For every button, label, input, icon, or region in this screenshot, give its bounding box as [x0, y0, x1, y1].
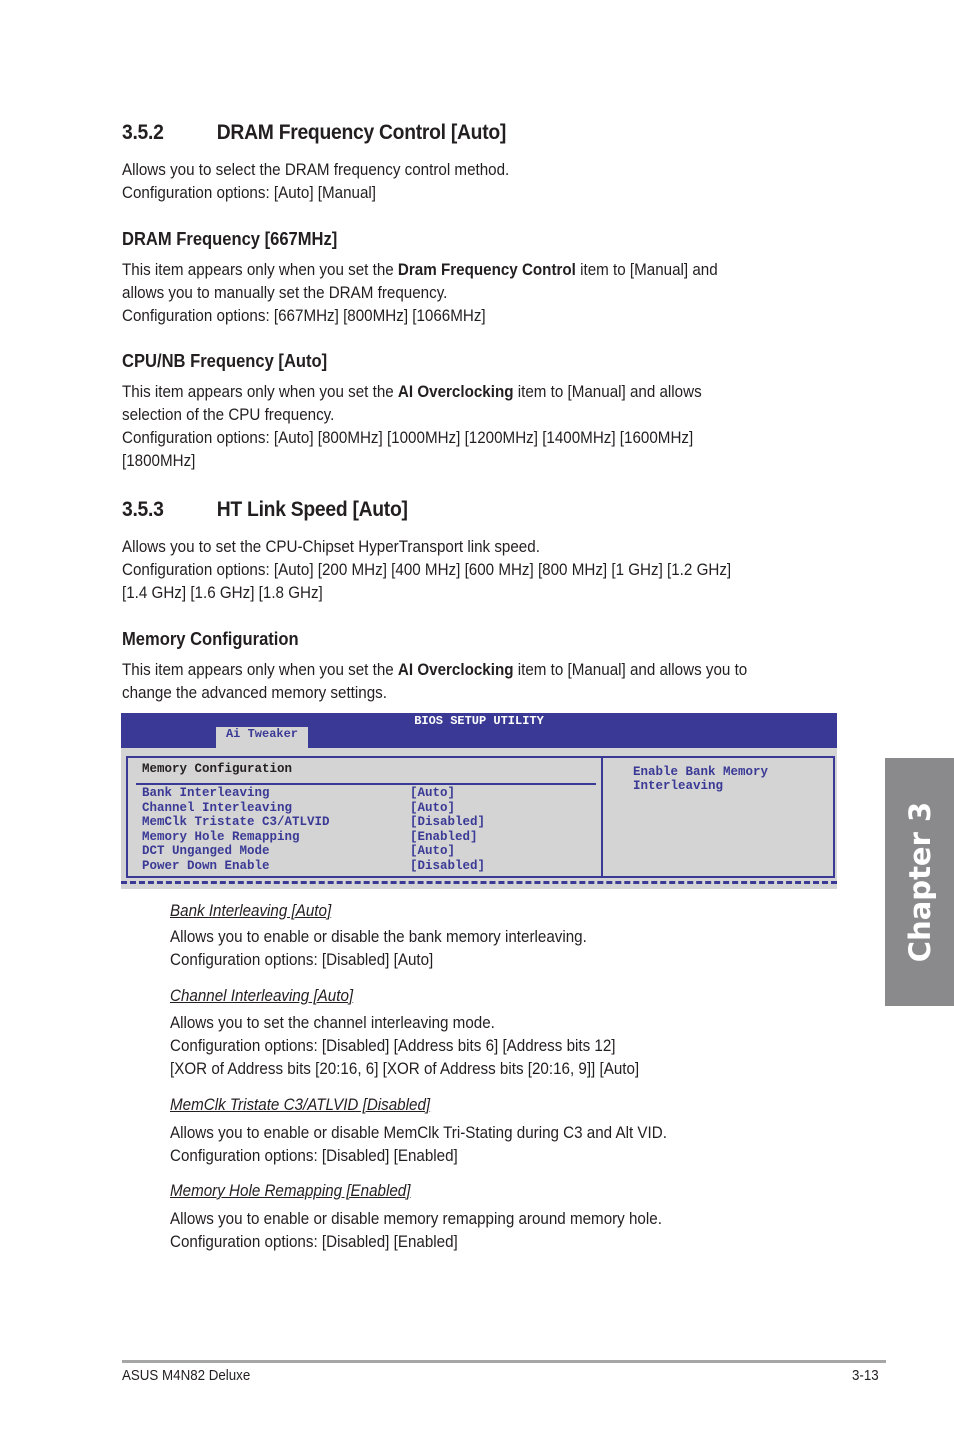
bios-divider [136, 783, 596, 785]
bios-item-memory-hole-remapping[interactable]: Memory Hole Remapping [Enabled] [142, 829, 478, 844]
bios-item-label: Memory Hole Remapping [142, 829, 300, 844]
bios-item-value[interactable]: [Auto] [410, 786, 455, 800]
paragraph: This item appears only when you set the … [122, 381, 702, 404]
bios-item-bank-interleaving[interactable]: Bank Interleaving [Auto] [142, 786, 455, 800]
paragraph: Configuration options: [Auto] [Manual] [122, 184, 377, 202]
chapter-tab: Chapter 3 [885, 758, 954, 1006]
bios-item-label: MemClk Tristate C3/ATLVID [142, 815, 330, 829]
subheading-memory-configuration: Memory Configuration [122, 629, 299, 649]
paragraph: Allows you to enable or disable MemClk T… [170, 1124, 667, 1142]
paragraph: [XOR of Address bits [20:16, 6] [XOR of … [170, 1060, 640, 1078]
bios-title: BIOS SETUP UTILITY [414, 714, 544, 728]
bios-help-text: Enable Bank Memory Interleaving [633, 765, 768, 793]
bios-help-panel: Enable Bank Memory Interleaving [601, 756, 835, 878]
subheading-dram-frequency: DRAM Frequency [667MHz] [122, 229, 338, 249]
chapter-tab-label: Chapter 3 [902, 801, 937, 963]
text: item to [Manual] and allows [513, 383, 702, 401]
text: item to [Manual] and [575, 261, 718, 279]
bios-item-label: Bank Interleaving [142, 786, 270, 800]
help-line: Enable Bank Memory [633, 765, 769, 779]
paragraph: Configuration options: [Auto] [200 MHz] … [122, 561, 732, 579]
bios-item-label: DCT Unganged Mode [142, 844, 270, 858]
section-number: 3.5.2 [122, 121, 164, 144]
bios-header-bar: BIOS SETUP UTILITY Ai Tweaker [121, 713, 837, 748]
bios-item-value[interactable]: [Auto] [410, 801, 455, 815]
bios-item-memclk-tristate[interactable]: MemClk Tristate C3/ATLVID [Disabled] [142, 815, 485, 829]
section-heading-3-5-2: 3.5.2 DRAM Frequency Control [Auto] [122, 121, 506, 145]
bios-panel-title: Memory Configuration [142, 762, 293, 776]
footer-product-name: ASUS M4N82 Deluxe [122, 1368, 251, 1384]
bios-dashed-cut-line [121, 881, 837, 884]
paragraph: [1.4 GHz] [1.6 GHz] [1.8 GHz] [122, 584, 323, 602]
bold-term: Dram Frequency Control [397, 261, 576, 279]
paragraph: Configuration options: [Auto] [800MHz] [… [122, 429, 694, 447]
paragraph: Allows you to set the CPU-Chipset HyperT… [122, 538, 540, 556]
bios-item-value[interactable]: [Enabled] [410, 830, 478, 844]
bios-item-value[interactable]: [Disabled] [410, 815, 485, 829]
subitem-title: MemClk Tristate C3/ATLVID [Disabled] [170, 1096, 431, 1114]
bold-term: AI Overclocking [397, 661, 514, 679]
paragraph: Configuration options: [Disabled] [Addre… [170, 1037, 616, 1055]
paragraph: This item appears only when you set the … [122, 659, 747, 682]
paragraph: [1800MHz] [122, 452, 196, 470]
section-title: DRAM Frequency Control [Auto] [216, 121, 507, 144]
bios-screenshot: BIOS SETUP UTILITY Ai Tweaker Memory Con… [121, 713, 837, 889]
help-line: Interleaving [633, 779, 724, 793]
bios-item-dct-unganged-mode[interactable]: DCT Unganged Mode [Auto] [142, 844, 455, 858]
subitem-title: Memory Hole Remapping [Enabled] [170, 1182, 411, 1200]
text: This item appears only when you set the [122, 383, 398, 401]
footer-page-number: 3-13 [852, 1368, 879, 1384]
subitem-title: Channel Interleaving [Auto] [170, 987, 354, 1005]
paragraph: Configuration options: [Disabled] [Auto] [170, 951, 434, 969]
paragraph: Allows you to select the DRAM frequency … [122, 161, 510, 179]
subitem-title: Bank Interleaving [Auto] [170, 902, 332, 920]
bios-item-label: Channel Interleaving [142, 800, 293, 815]
paragraph: allows you to manually set the DRAM freq… [122, 284, 448, 302]
section-heading-3-5-3: 3.5.3 HT Link Speed [Auto] [122, 498, 408, 522]
bios-item-value[interactable]: [Auto] [410, 844, 455, 858]
section-number: 3.5.3 [122, 498, 164, 521]
paragraph: Allows you to enable or disable the bank… [170, 928, 587, 946]
section-title: HT Link Speed [Auto] [216, 498, 408, 521]
bios-item-channel-interleaving[interactable]: Channel Interleaving [Auto] [142, 800, 455, 815]
bios-item-value[interactable]: [Disabled] [410, 859, 485, 873]
text: This item appears only when you set the [122, 261, 398, 279]
bios-item-label: Power Down Enable [142, 858, 270, 873]
bold-term: AI Overclocking [397, 383, 514, 401]
text: This item appears only when you set the [122, 661, 398, 679]
paragraph: Configuration options: [667MHz] [800MHz]… [122, 307, 486, 325]
bios-item-power-down-enable[interactable]: Power Down Enable [Disabled] [142, 858, 485, 873]
bios-tab-ai-tweaker[interactable]: Ai Tweaker [216, 727, 308, 748]
paragraph: Allows you to enable or disable memory r… [170, 1210, 662, 1228]
paragraph: This item appears only when you set the … [122, 259, 718, 282]
subheading-cpunb-frequency: CPU/NB Frequency [Auto] [122, 351, 328, 371]
footer-rule [122, 1360, 886, 1363]
paragraph: Configuration options: [Disabled] [Enabl… [170, 1147, 458, 1165]
paragraph: Configuration options: [Disabled] [Enabl… [170, 1233, 458, 1251]
bios-settings-panel: Memory Configuration Bank Interleaving [A… [126, 756, 603, 878]
paragraph: selection of the CPU frequency. [122, 406, 335, 424]
text: item to [Manual] and allows you to [513, 661, 748, 679]
paragraph: Allows you to set the channel interleavi… [170, 1014, 495, 1032]
paragraph: change the advanced memory settings. [122, 684, 387, 702]
